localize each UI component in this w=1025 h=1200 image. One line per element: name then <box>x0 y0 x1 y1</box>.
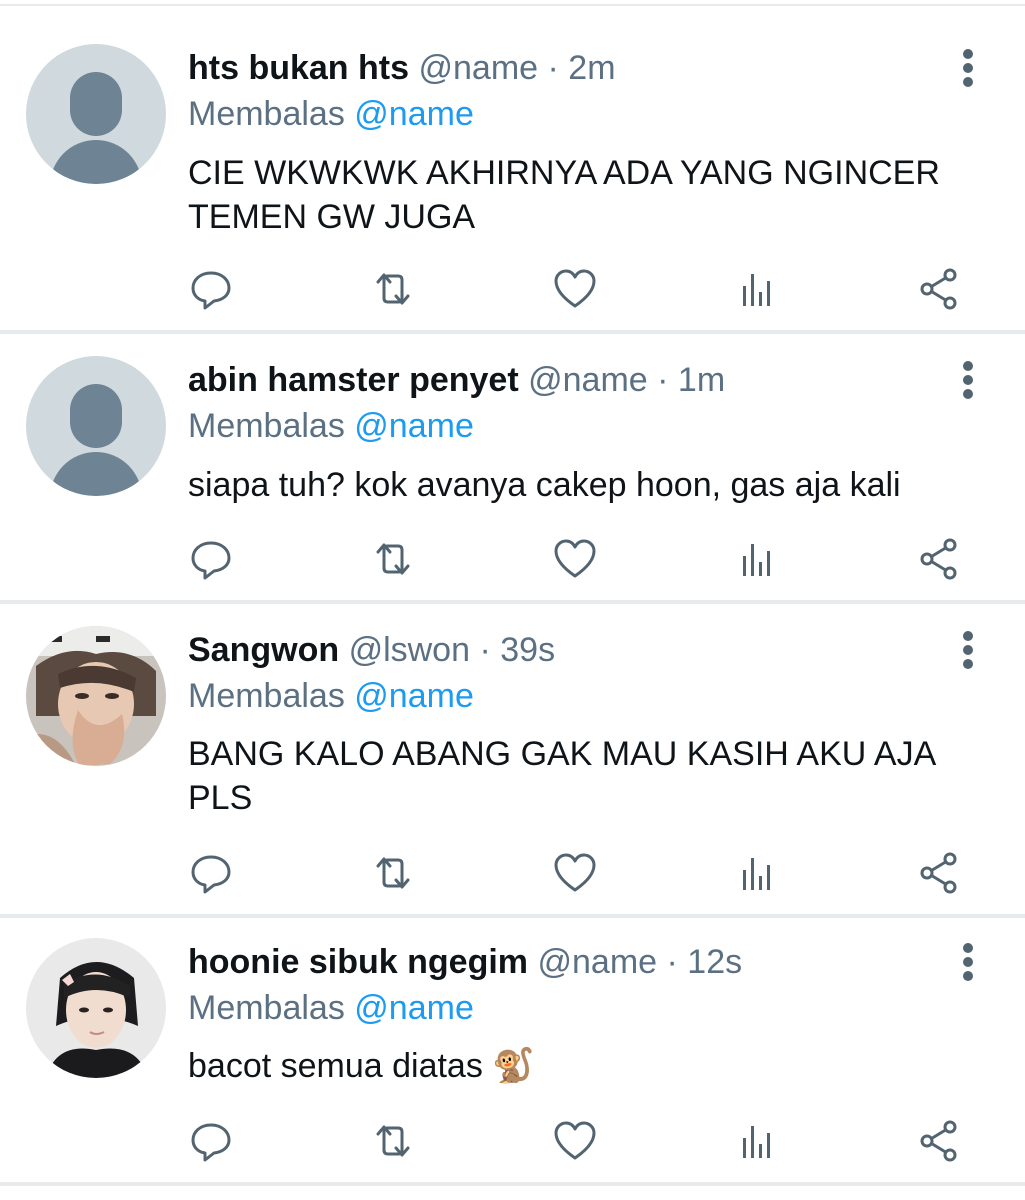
analytics-icon[interactable] <box>732 1116 782 1166</box>
user-handle[interactable]: @name <box>537 943 657 981</box>
share-icon[interactable] <box>914 848 964 898</box>
tweet-1[interactable]: hts bukan hts @name · 2m Membalas @name … <box>0 0 1025 334</box>
more-options-icon[interactable] <box>955 628 981 672</box>
reply-handle-link[interactable]: @name <box>354 407 474 445</box>
user-handle[interactable]: @name <box>418 49 538 87</box>
reply-icon[interactable] <box>186 264 236 314</box>
default-avatar[interactable] <box>26 44 166 184</box>
display-name[interactable]: hoonie sibuk ngegim <box>188 943 528 981</box>
analytics-icon[interactable] <box>732 534 782 584</box>
retweet-icon[interactable] <box>368 534 418 584</box>
like-icon[interactable] <box>550 534 600 584</box>
more-options-icon[interactable] <box>955 940 981 984</box>
separator-dot: · <box>657 361 669 399</box>
tweet-header: hts bukan hts @name · 2m <box>188 46 616 90</box>
action-bar <box>0 848 1025 898</box>
analytics-icon[interactable] <box>732 264 782 314</box>
default-avatar[interactable] <box>26 356 166 496</box>
replying-to: Membalas @name <box>188 92 474 136</box>
photo-avatar[interactable] <box>26 938 166 1078</box>
replying-to: Membalas @name <box>188 674 474 718</box>
user-handle[interactable]: @name <box>528 361 648 399</box>
avatar-body-shape <box>50 452 142 496</box>
action-bar <box>0 264 1025 314</box>
like-icon[interactable] <box>550 264 600 314</box>
separator-dot: · <box>479 631 491 669</box>
display-name[interactable]: hts bukan hts <box>188 49 409 87</box>
separator-dot: · <box>666 943 678 981</box>
timestamp[interactable]: 1m <box>678 361 725 399</box>
separator-dot: · <box>547 49 559 87</box>
tweet-text: bacot semua diatas 🐒 <box>188 1047 535 1085</box>
tweet-4[interactable]: hoonie sibuk ngegim @name · 12s Membalas… <box>0 916 1025 1188</box>
replying-to: Membalas @name <box>188 404 474 448</box>
reply-prefix: Membalas <box>188 677 345 715</box>
tweet-text: CIE WKWKWK AKHIRNYA ADA YANG NGINCER TEM… <box>188 154 940 236</box>
reply-prefix: Membalas <box>188 95 345 133</box>
reply-handle-link[interactable]: @name <box>354 95 474 133</box>
like-icon[interactable] <box>550 1116 600 1166</box>
reply-icon[interactable] <box>186 848 236 898</box>
tweet-text: siapa tuh? kok avanya cakep hoon, gas aj… <box>188 466 901 504</box>
share-icon[interactable] <box>914 534 964 584</box>
display-name[interactable]: abin hamster penyet <box>188 361 519 399</box>
avatar-body-shape <box>50 140 142 184</box>
more-options-icon[interactable] <box>955 46 981 90</box>
photo-avatar[interactable] <box>26 626 166 766</box>
reply-handle-link[interactable]: @name <box>354 989 474 1027</box>
tweet-divider <box>0 1182 1025 1186</box>
reply-handle-link[interactable]: @name <box>354 677 474 715</box>
reply-icon[interactable] <box>186 534 236 584</box>
share-icon[interactable] <box>914 264 964 314</box>
tweet-3[interactable]: Sangwon @lswon · 39s Membalas @name BANG… <box>0 604 1025 918</box>
more-options-icon[interactable] <box>955 358 981 402</box>
tweet-header: Sangwon @lswon · 39s <box>188 628 555 672</box>
share-icon[interactable] <box>914 1116 964 1166</box>
timestamp[interactable]: 2m <box>568 49 615 87</box>
action-bar <box>0 1116 1025 1166</box>
retweet-icon[interactable] <box>368 1116 418 1166</box>
like-icon[interactable] <box>550 848 600 898</box>
avatar-head-shape <box>70 384 122 448</box>
avatar-head-shape <box>70 72 122 136</box>
reply-prefix: Membalas <box>188 407 345 445</box>
action-bar <box>0 534 1025 584</box>
retweet-icon[interactable] <box>368 264 418 314</box>
user-handle[interactable]: @lswon <box>349 631 470 669</box>
timestamp[interactable]: 12s <box>687 943 742 981</box>
reply-icon[interactable] <box>186 1116 236 1166</box>
tweet-text: BANG KALO ABANG GAK MAU KASIH AKU AJA PL… <box>188 735 935 817</box>
replying-to: Membalas @name <box>188 986 474 1030</box>
analytics-icon[interactable] <box>732 848 782 898</box>
retweet-icon[interactable] <box>368 848 418 898</box>
timestamp[interactable]: 39s <box>500 631 555 669</box>
tweet-2[interactable]: abin hamster penyet @name · 1m Membalas … <box>0 334 1025 604</box>
reply-prefix: Membalas <box>188 989 345 1027</box>
display-name[interactable]: Sangwon <box>188 631 339 669</box>
tweet-header: abin hamster penyet @name · 1m <box>188 358 725 402</box>
tweet-header: hoonie sibuk ngegim @name · 12s <box>188 940 742 984</box>
